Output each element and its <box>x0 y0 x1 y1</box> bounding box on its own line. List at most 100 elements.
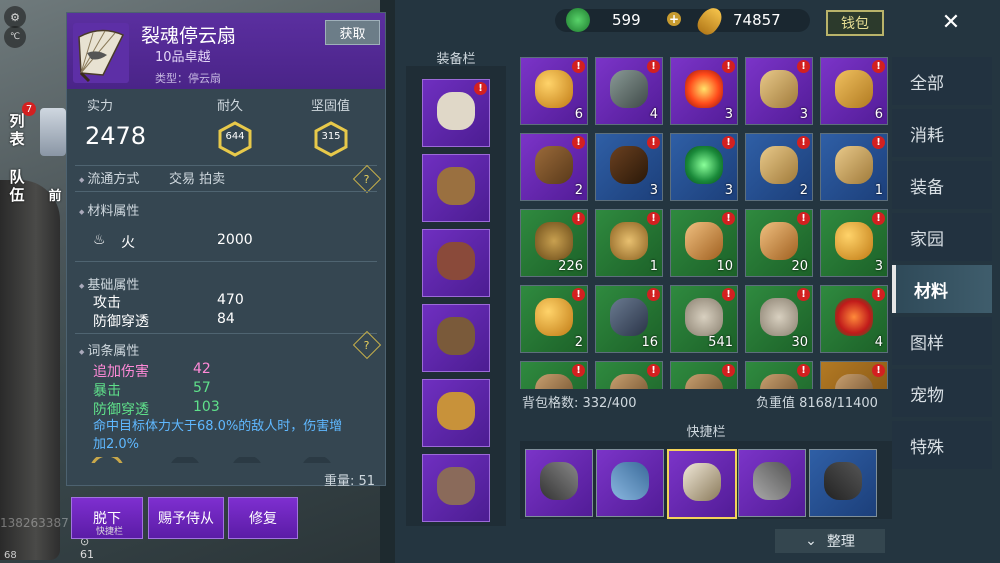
inventory-slot[interactable]: ! 2 <box>520 285 588 353</box>
ring-icon <box>437 392 475 430</box>
inventory-slot[interactable]: ! 4 <box>595 57 663 125</box>
item-count: 2 <box>574 335 583 350</box>
tab-5[interactable]: 图样 <box>892 317 992 365</box>
divider <box>75 165 377 166</box>
item-count: 2 <box>799 183 808 198</box>
inventory-slot[interactable]: ! 6 <box>820 57 888 125</box>
map-scroll-icon <box>760 70 798 108</box>
inventory-slot[interactable]: ! 1 <box>595 209 663 277</box>
item-count: 4 <box>874 335 883 350</box>
trade-label: 流通方式 <box>79 168 139 187</box>
item-grade: 10品卓越 <box>155 50 211 65</box>
equipment-slot-mask[interactable] <box>422 454 490 522</box>
inventory-slot[interactable]: ! 3 <box>670 133 738 201</box>
quickbar-slot-spears[interactable] <box>596 449 664 517</box>
get-button[interactable]: 获取 <box>325 20 380 45</box>
partial-icon <box>835 374 873 389</box>
inventory-slot[interactable]: ! <box>520 361 588 389</box>
chevron-down-icon: ⌄ <box>805 533 817 549</box>
tab-0[interactable]: 全部 <box>892 57 992 105</box>
warning-icon: ! <box>647 364 660 377</box>
durability-label: 耐久 <box>217 99 244 114</box>
item-type: 类型：停云扇 <box>155 72 221 85</box>
blade-icon <box>824 462 862 500</box>
team-button[interactable]: 队伍 <box>8 168 26 204</box>
quickbar-slot-hammer[interactable] <box>738 449 806 517</box>
bottom-number: 68 <box>4 550 17 561</box>
inventory-slot[interactable]: ! <box>745 361 813 389</box>
warning-icon: ! <box>722 212 735 225</box>
quickbar-slot-blade[interactable] <box>809 449 877 517</box>
inventory-slot[interactable]: ! 3 <box>595 133 663 201</box>
inventory-slot[interactable]: ! 2 <box>520 133 588 201</box>
avatar[interactable] <box>40 108 66 156</box>
equipment-slot-necklace[interactable] <box>422 154 490 222</box>
warning-icon: ! <box>647 288 660 301</box>
inventory-slot[interactable]: ! 541 <box>670 285 738 353</box>
repair-button[interactable]: 修复 <box>228 497 298 539</box>
warning-icon: ! <box>872 288 885 301</box>
firmness-value: 315 <box>321 131 341 142</box>
fan-icon <box>683 463 721 501</box>
inventory-slot[interactable]: ! <box>820 361 888 389</box>
bread-icon <box>760 222 798 260</box>
list-button[interactable]: 列表 <box>8 112 26 148</box>
tab-6[interactable]: 宠物 <box>892 369 992 417</box>
inventory-slot[interactable]: ! 3 <box>670 57 738 125</box>
quickbar-slot-spiked-staff[interactable] <box>525 449 593 517</box>
equipment-slot-claw-gauntlet[interactable]: ! <box>422 79 490 147</box>
close-icon[interactable]: ✕ <box>930 4 972 40</box>
help-icon[interactable]: ? <box>352 164 382 194</box>
affix-label: 暴击 <box>93 383 121 399</box>
warning-icon: ! <box>572 364 585 377</box>
base-section-title: 基础属性 <box>79 274 139 293</box>
give-to-attendant-button[interactable]: 赐予侍从 <box>148 497 224 539</box>
warning-icon: ! <box>797 364 810 377</box>
inventory-slot[interactable]: ! 16 <box>595 285 663 353</box>
sort-button[interactable]: ⌄ 整理 <box>775 529 885 553</box>
inventory-slot[interactable]: ! 3 <box>745 57 813 125</box>
equipment-slot-shoulder-armor[interactable] <box>422 229 490 297</box>
jade-disc-icon <box>685 146 723 184</box>
tab-2[interactable]: 装备 <box>892 161 992 209</box>
tab-4[interactable]: 材料 <box>892 265 992 313</box>
inventory-slot[interactable]: ! 4 <box>820 285 888 353</box>
settings-icon[interactable]: ⚙ <box>4 6 26 28</box>
inventory-slot[interactable]: ! <box>595 361 663 389</box>
item-count: 30 <box>791 335 808 350</box>
inventory-slot[interactable]: ! 6 <box>520 57 588 125</box>
affix-label: 防御穿透 <box>93 402 149 418</box>
gem-slot-row <box>91 457 331 463</box>
quickbar-slot-fan[interactable] <box>667 449 737 519</box>
warning-icon: ! <box>797 288 810 301</box>
help-icon[interactable]: ? <box>352 330 382 360</box>
ore-shard-icon <box>610 70 648 108</box>
map-scroll-icon <box>760 146 798 184</box>
sort-label: 整理 <box>826 534 855 550</box>
wallet-button[interactable]: 钱包 <box>826 10 884 36</box>
equipment-slot-chest-armor[interactable] <box>422 304 490 372</box>
leaf-scroll-icon <box>835 70 873 108</box>
tab-7[interactable]: 特殊 <box>892 421 992 469</box>
equipment-slot-ring[interactable] <box>422 379 490 447</box>
item-detail-panel: 裂魂停云扇 10品卓越 类型：停云扇 获取 实力 耐久 坚固值 2478 644… <box>66 12 386 489</box>
material-value: 2000 <box>217 232 253 248</box>
inventory-slot[interactable]: ! 1 <box>820 133 888 201</box>
firmness-label: 坚固值 <box>311 99 351 114</box>
inventory-slot[interactable]: ! 20 <box>745 209 813 277</box>
add-currency-icon[interactable]: + <box>667 12 681 26</box>
inventory-slot[interactable]: ! <box>670 361 738 389</box>
inventory-slot[interactable]: ! 226 <box>520 209 588 277</box>
inventory-slot[interactable]: ! 3 <box>820 209 888 277</box>
tab-1[interactable]: 消耗 <box>892 109 992 157</box>
inventory-slot[interactable]: ! 2 <box>745 133 813 201</box>
nuts-icon <box>610 222 648 260</box>
ore-icon <box>610 298 648 336</box>
inventory-slot[interactable]: ! 30 <box>745 285 813 353</box>
tab-3[interactable]: 家园 <box>892 213 992 261</box>
base-attr-value: 84 <box>217 311 235 327</box>
bread-icon <box>685 222 723 260</box>
warning-icon: ! <box>797 136 810 149</box>
inventory-slot[interactable]: ! 10 <box>670 209 738 277</box>
item-count: 1 <box>649 259 658 274</box>
